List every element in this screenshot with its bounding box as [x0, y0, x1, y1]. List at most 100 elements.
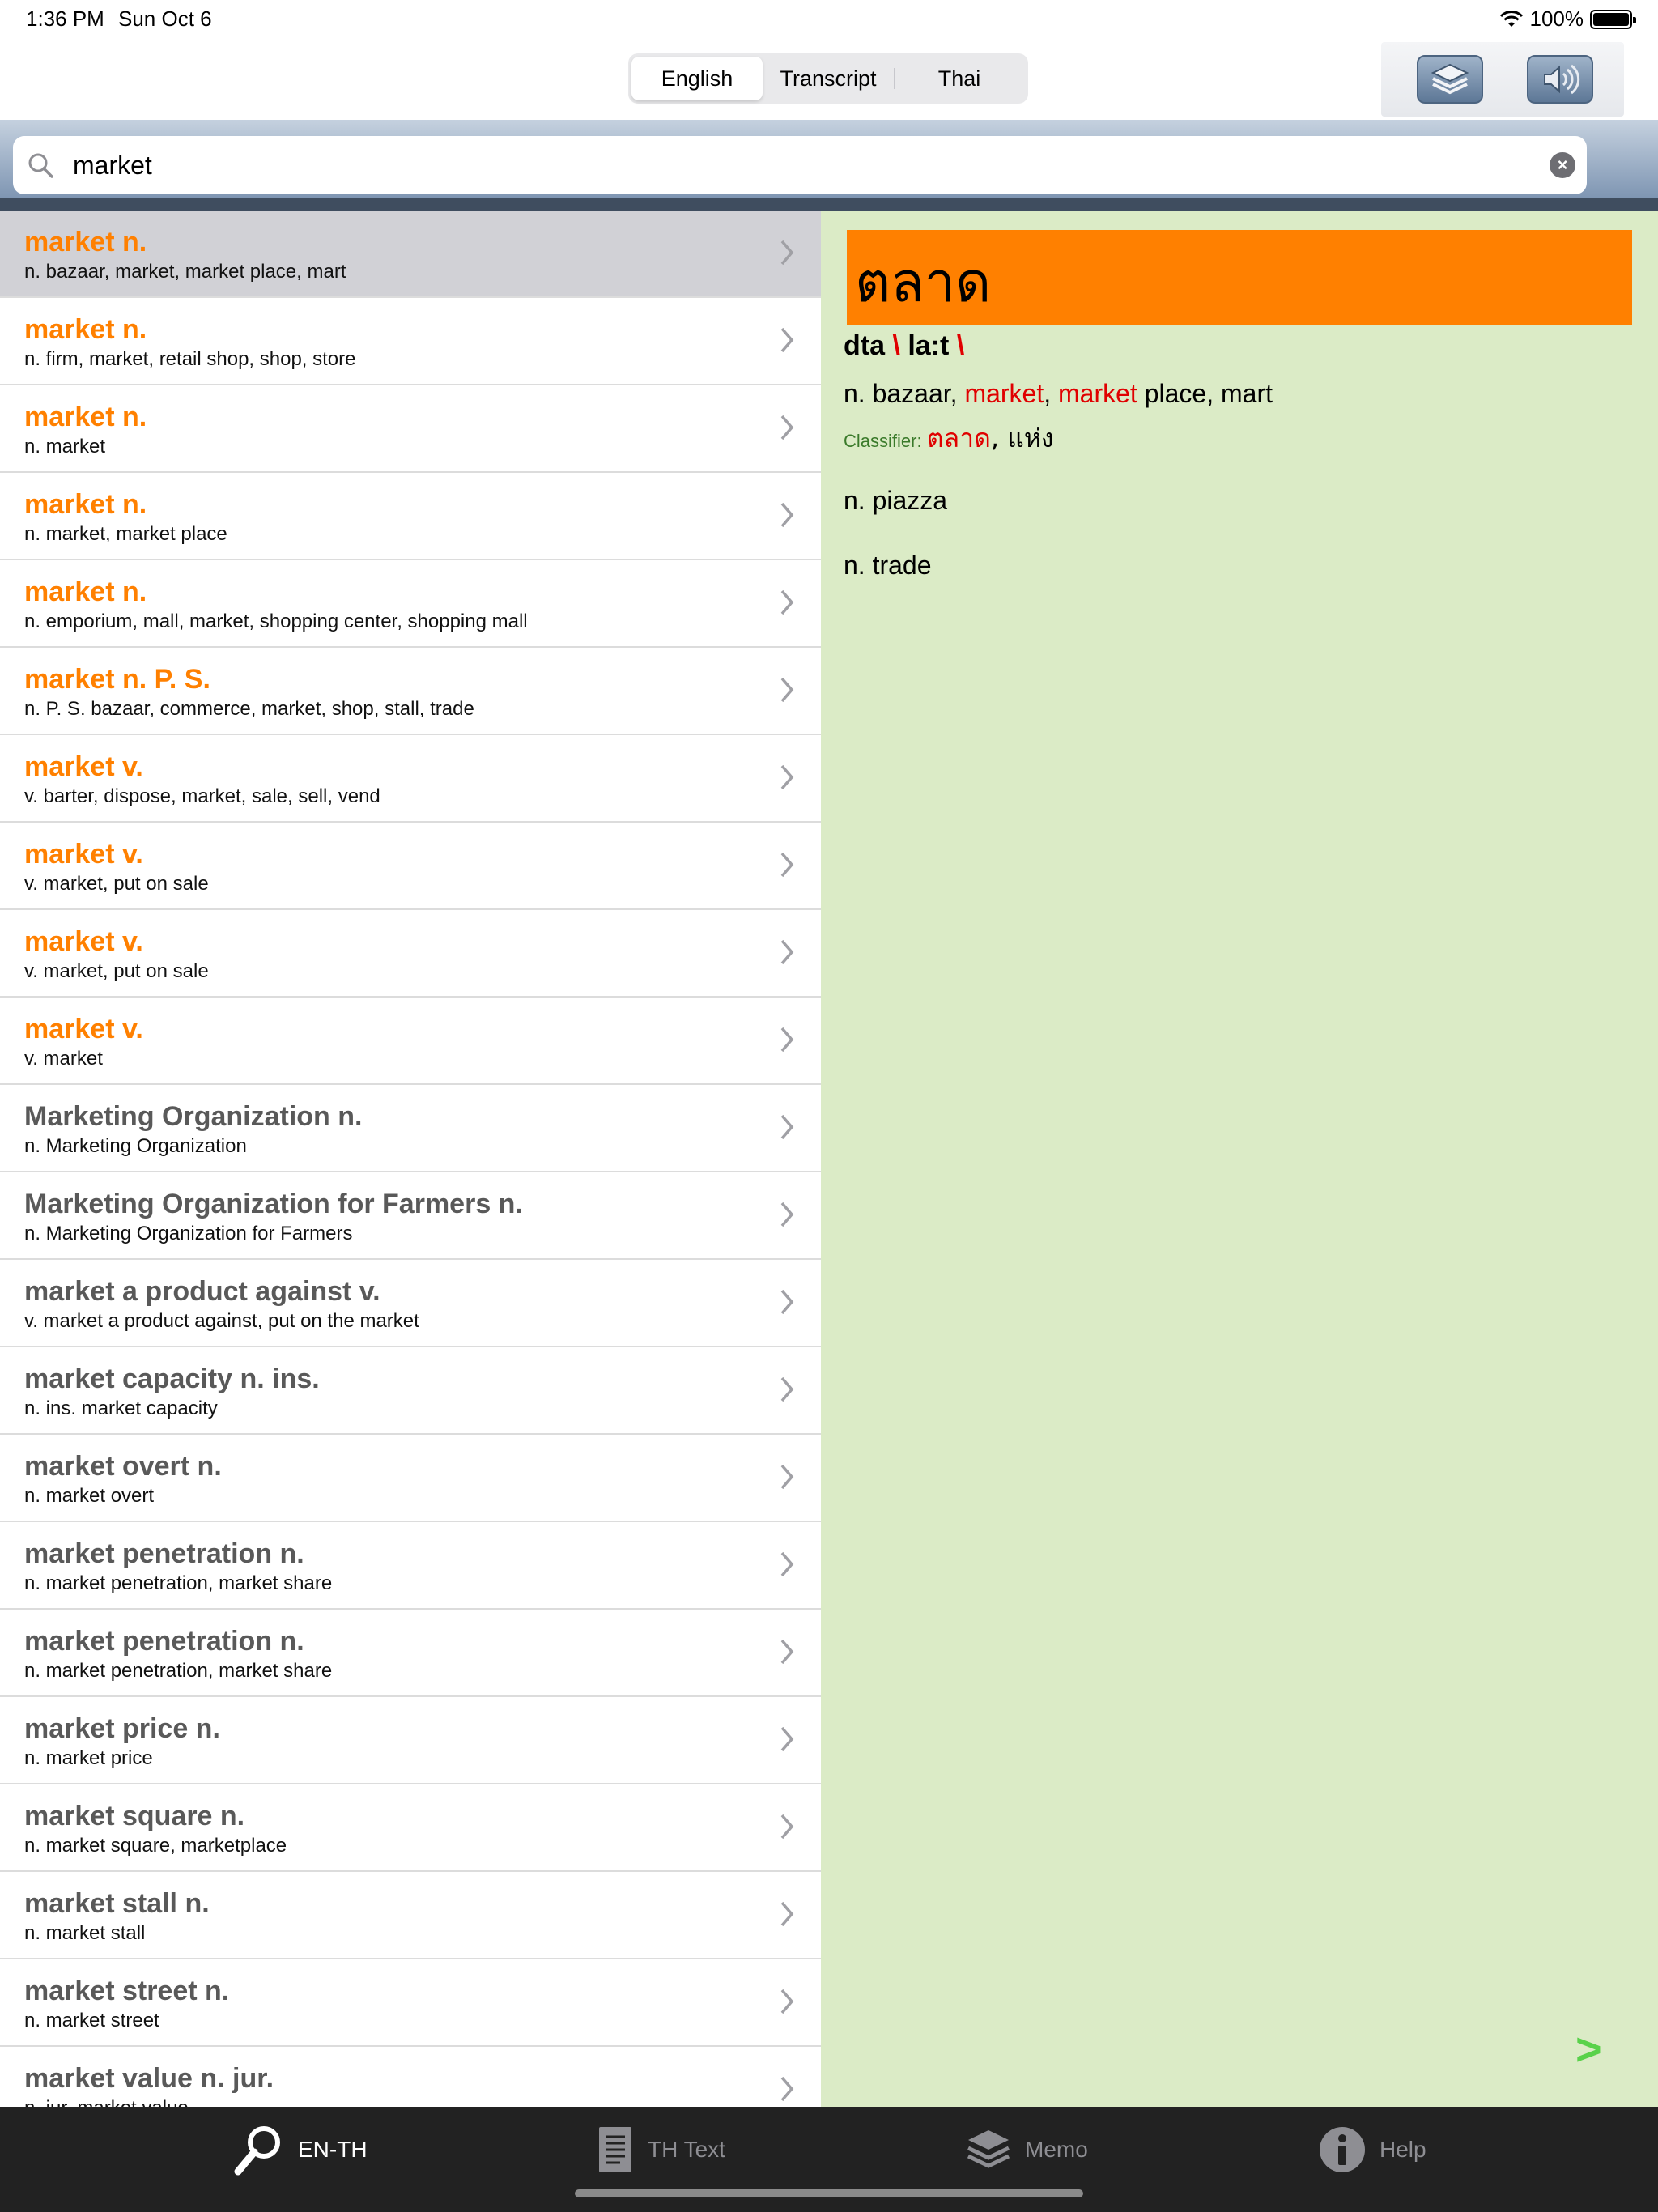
result-row[interactable]: market v. v. barter, dispose, market, sal… [0, 735, 821, 823]
result-row[interactable]: market n. n. firm, market, retail shop, s… [0, 298, 821, 385]
tab-memo[interactable]: Memo [965, 2121, 1088, 2178]
result-subtitle: n. jur. market value [24, 2097, 189, 2107]
result-title: market square n. [24, 1801, 245, 1831]
search-bar-container: × [0, 120, 1658, 198]
result-title: market n. [24, 314, 147, 345]
result-subtitle: n. Marketing Organization [24, 1135, 247, 1157]
result-row[interactable]: Marketing Organization n. n. Marketing Or… [0, 1085, 821, 1172]
result-subtitle: v. market, put on sale [24, 960, 209, 982]
wifi-icon [1499, 10, 1523, 27]
tab-en-th[interactable]: EN-TH [233, 2121, 368, 2178]
status-date: Sun Oct 6 [118, 6, 212, 31]
segment-transcript[interactable]: Transcript [763, 57, 894, 100]
result-subtitle: n. market street [24, 2010, 159, 2031]
result-row[interactable]: market v. v. market [0, 998, 821, 1085]
result-subtitle: n. firm, market, retail shop, shop, stor… [24, 348, 356, 370]
result-row[interactable]: market v. v. market, put on sale [0, 823, 821, 910]
language-segmented-control: English Transcript Thai [628, 53, 1028, 104]
segment-english[interactable]: English [631, 57, 763, 100]
layers-button[interactable] [1417, 55, 1483, 104]
translit-separator-1: \ [892, 330, 900, 361]
status-right: 100% [1499, 6, 1636, 32]
result-title: market n. [24, 576, 147, 607]
segment-thai[interactable]: Thai [894, 57, 1025, 100]
result-subtitle: n. market penetration, market share [24, 1572, 333, 1594]
result-title: market v. [24, 926, 143, 957]
tool-panel [1381, 42, 1624, 117]
result-row[interactable]: market n. P. S. n. P. S. bazaar, commerce… [0, 648, 821, 735]
clear-search-icon[interactable]: × [1550, 152, 1575, 178]
result-subtitle: n. market penetration, market share [24, 1660, 333, 1682]
search-input[interactable] [73, 136, 1514, 194]
classifier-label: Classifier: [844, 431, 922, 451]
definition-2: n. piazza [844, 486, 948, 515]
result-subtitle: v. market, put on sale [24, 873, 209, 895]
result-row[interactable]: market n. n. market, market place [0, 473, 821, 560]
result-title: market street n. [24, 1976, 230, 2006]
tab-help[interactable]: Help [1318, 2121, 1426, 2178]
chevron-right-icon [780, 240, 794, 266]
result-subtitle: v. market a product against, put on the … [24, 1310, 419, 1332]
chevron-right-icon [780, 1726, 794, 1752]
chevron-right-icon [780, 415, 794, 440]
battery-icon [1590, 9, 1636, 29]
chevron-right-icon [780, 677, 794, 703]
tab-bar: EN-TH TH Text Memo Help [0, 2107, 1658, 2212]
translit-separator-2: \ [956, 330, 965, 361]
result-row[interactable]: market overt n. n. market overt [0, 1435, 821, 1522]
battery-percent: 100% [1529, 6, 1584, 31]
result-row[interactable]: market n. n. bazaar, market, market place… [0, 211, 821, 298]
document-icon [599, 2127, 631, 2172]
result-title: market overt n. [24, 1451, 222, 1482]
result-subtitle: n. bazaar, market, market place, mart [24, 261, 346, 283]
magnifier-icon [234, 2126, 280, 2176]
result-title: market n. [24, 402, 147, 432]
chevron-right-icon [780, 852, 794, 878]
result-subtitle: n. P. S. bazaar, commerce, market, shop,… [24, 698, 474, 720]
result-row[interactable]: market n. n. market [0, 385, 821, 473]
classifier-value-1: ตลาด [926, 423, 991, 453]
result-row[interactable]: market penetration n. n. market penetrati… [0, 1610, 821, 1697]
result-row[interactable]: market a product against v. v. market a p… [0, 1260, 821, 1347]
next-entry-button[interactable]: > [1575, 2023, 1602, 2075]
result-title: market v. [24, 839, 143, 870]
result-row[interactable]: market penetration n. n. market penetrati… [0, 1522, 821, 1610]
chevron-right-icon [780, 502, 794, 528]
result-row[interactable]: market square n. n. market square, market… [0, 1784, 821, 1872]
result-subtitle: n. market overt [24, 1485, 155, 1507]
top-nav: English Transcript Thai [0, 39, 1658, 120]
layers-icon [967, 2130, 1010, 2168]
speaker-icon [1544, 64, 1580, 95]
status-bar: 1:36 PM Sun Oct 6 100% [0, 0, 1658, 39]
result-row[interactable]: market capacity n. ins. n. ins. market ca… [0, 1347, 821, 1435]
chevron-right-icon [780, 1639, 794, 1665]
result-row[interactable]: market n. n. emporium, mall, market, shop… [0, 560, 821, 648]
chevron-right-icon [780, 1202, 794, 1227]
results-list[interactable]: market n. n. bazaar, market, market place… [0, 211, 821, 2107]
chevron-right-icon [780, 1901, 794, 1927]
result-row[interactable]: market v. v. market, put on sale [0, 910, 821, 998]
info-icon [1320, 2127, 1365, 2172]
status-time: 1:36 PM [26, 6, 104, 31]
chevron-right-icon [780, 1114, 794, 1140]
definition-1: n. bazaar, market, market place, mart [844, 379, 1273, 408]
chevron-right-icon [780, 1027, 794, 1053]
result-row[interactable]: market street n. n. market street [0, 1959, 821, 2047]
transliteration: dta \ la:t \ [844, 330, 964, 362]
result-row[interactable]: market price n. n. market price [0, 1697, 821, 1784]
result-title: market n. P. S. [24, 664, 210, 695]
translit-syllable-1: dta [844, 330, 885, 361]
speaker-button[interactable] [1527, 55, 1593, 104]
chevron-right-icon [780, 1376, 794, 1402]
result-row[interactable]: market stall n. n. market stall [0, 1872, 821, 1959]
chevron-right-icon [780, 589, 794, 615]
result-title: Marketing Organization n. [24, 1101, 363, 1132]
result-title: market penetration n. [24, 1626, 304, 1657]
layers-icon [1431, 63, 1469, 95]
chevron-right-icon [780, 327, 794, 353]
result-row[interactable]: Marketing Organization for Farmers n. n. … [0, 1172, 821, 1260]
tab-th-text[interactable]: TH Text [596, 2121, 725, 2178]
classifier-value-2: แห่ง [1007, 423, 1054, 453]
result-title: market n. [24, 489, 147, 520]
result-row[interactable]: market value n. jur. n. jur. market value [0, 2047, 821, 2107]
